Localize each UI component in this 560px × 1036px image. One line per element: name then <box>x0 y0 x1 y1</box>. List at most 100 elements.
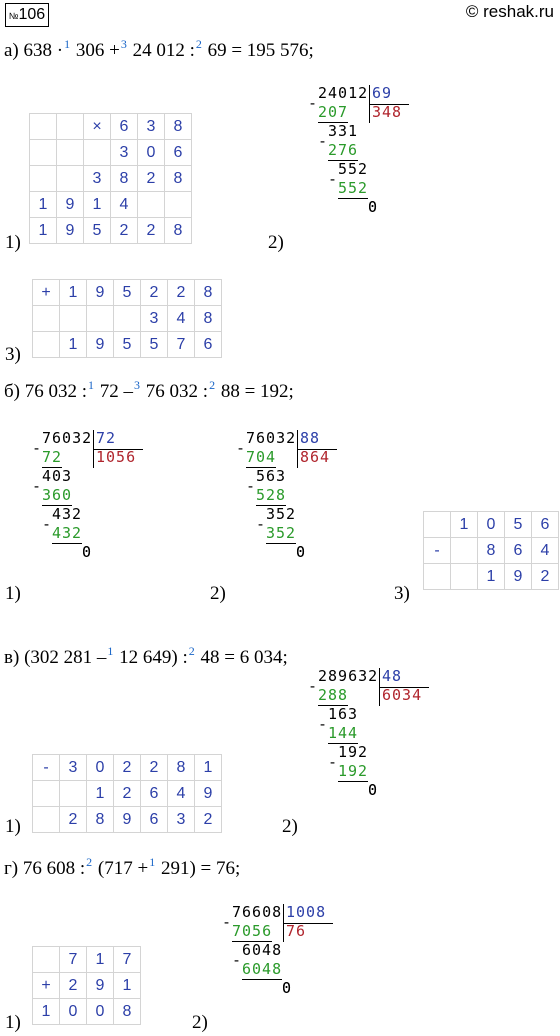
remainder: 0 <box>368 198 379 216</box>
quotient: 6034 <box>382 686 423 704</box>
equation-text: (717 + <box>93 858 149 879</box>
grid-cell <box>137 191 165 218</box>
grid-cell: 8 <box>194 279 222 306</box>
grid-cell <box>29 139 57 166</box>
partial-dividend: 192 <box>338 743 369 761</box>
long-division-a: 24012 69 348-207 331-276 552-552 0 0 <box>308 85 428 260</box>
grid-cell: 7 <box>167 331 195 358</box>
grid-cell: 1 <box>29 217 57 244</box>
grid-cell: 0 <box>59 998 87 1025</box>
grid-cell <box>32 806 60 833</box>
subtraction-rule <box>338 781 368 782</box>
grid-cell: 1 <box>86 780 114 807</box>
grid-cell: 2 <box>113 754 141 781</box>
grid-row: -864 <box>423 537 559 564</box>
equation-text: 638 · <box>23 40 64 61</box>
grid-row: 195576 <box>32 331 222 358</box>
equation-text: 76 032 : <box>141 381 209 402</box>
subtrahend: 352 <box>266 524 297 542</box>
grid-a-multiplication: × 6 3 8 3 0 6 3 8 2 8 1 9 1 4 1 9 5 2 2 8 <box>29 113 192 244</box>
grid-cell <box>56 113 84 140</box>
minus-sign: - <box>328 169 339 188</box>
quotient: 1056 <box>96 448 137 466</box>
grid-cell: 4 <box>167 780 195 807</box>
equation-text: 72 – <box>95 381 134 402</box>
divisor: 69 <box>372 84 393 102</box>
grid-row: 1056 <box>423 511 559 538</box>
grid-cell <box>423 511 451 538</box>
long-division-v: 289632 48 6034-288 163-144 192-192 0 0 <box>308 668 448 843</box>
dividend: 76608 <box>232 903 283 921</box>
grid-cell: 0 <box>477 511 505 538</box>
remainder: 0 <box>368 781 379 799</box>
quotient-rule <box>369 104 409 105</box>
grid-cell <box>56 139 84 166</box>
subtrahend: 6048 <box>242 960 283 978</box>
grid-cell: 2 <box>59 806 87 833</box>
grid-cell: 2 <box>59 972 87 999</box>
minus-sign: - <box>32 438 43 457</box>
dividend: 289632 <box>318 667 379 685</box>
equation-text: 76 608 : <box>22 858 86 879</box>
problem-number-badge: №106 <box>5 3 49 27</box>
quotient: 348 <box>372 103 403 121</box>
grid-cell <box>29 113 57 140</box>
grid-cell <box>32 331 60 358</box>
step-order-mark: 2 <box>195 37 202 51</box>
grid-cell: + <box>32 972 60 999</box>
step-label: 2) <box>210 583 226 604</box>
grid-cell: 9 <box>56 217 84 244</box>
grid-cell: 1 <box>29 191 57 218</box>
grid-cell: 2 <box>167 279 195 306</box>
grid-cell: 2 <box>140 279 168 306</box>
divisor: 72 <box>96 429 117 447</box>
grid-cell: 6 <box>140 780 168 807</box>
grid-cell: 9 <box>56 191 84 218</box>
subtrahend: 72 <box>42 448 63 466</box>
grid-cell: × <box>83 113 111 140</box>
subtraction-rule <box>266 543 296 544</box>
quotient-rule <box>283 923 333 924</box>
grid-cell: 3 <box>167 806 195 833</box>
grid-cell: 1 <box>477 563 505 590</box>
step-label: 1) <box>5 583 21 604</box>
minus-sign: - <box>318 714 329 733</box>
step-order-mark: 2 <box>188 644 195 658</box>
grid-cell: 4 <box>110 191 138 218</box>
minus-sign: - <box>232 950 243 969</box>
grid-cell <box>59 780 87 807</box>
grid-cell: + <box>32 279 60 306</box>
grid-cell: 1 <box>32 998 60 1025</box>
grid-cell: 6 <box>504 537 532 564</box>
step-order-mark: 2 <box>209 378 216 392</box>
grid-cell: 8 <box>164 165 192 192</box>
long-division-g: 76608 1008 76-7056 6048-6048 0 0 <box>222 904 362 1029</box>
equation-text: 88 = 192; <box>216 381 294 402</box>
subtrahend: 704 <box>246 448 277 466</box>
grid-cell: 1 <box>86 946 114 973</box>
grid-cell: 8 <box>86 806 114 833</box>
grid-row: 1914 <box>29 191 192 218</box>
partial-dividend: 552 <box>338 160 369 178</box>
grid-cell: 8 <box>164 217 192 244</box>
equation-a: а) 638 ·1 306 +3 24 012 :2 69 = 195 576; <box>4 37 314 61</box>
dividend: 76032 <box>246 429 297 447</box>
grid-cell: 1 <box>113 972 141 999</box>
minus-sign: - <box>236 438 247 457</box>
grid-cell: 2 <box>137 217 165 244</box>
grid-cell: 3 <box>59 754 87 781</box>
subtraction-rule <box>242 979 282 980</box>
grid-cell <box>56 165 84 192</box>
minus-sign: - <box>308 93 319 112</box>
grid-cell <box>32 780 60 807</box>
grid-row: +1 9 5 2 2 8 <box>32 279 222 306</box>
subtrahend: 552 <box>338 179 369 197</box>
partial-dividend: 403 <box>42 467 73 485</box>
quotient-rule <box>379 687 429 688</box>
grid-cell: 0 <box>86 998 114 1025</box>
grid-cell: 9 <box>194 780 222 807</box>
long-division-b2: 76032 88 864-704 563-528 352-352 0 0 <box>236 430 366 605</box>
minus-sign: - <box>328 752 339 771</box>
step-label: 2) <box>268 232 284 253</box>
equation-text: 306 + <box>71 40 120 61</box>
